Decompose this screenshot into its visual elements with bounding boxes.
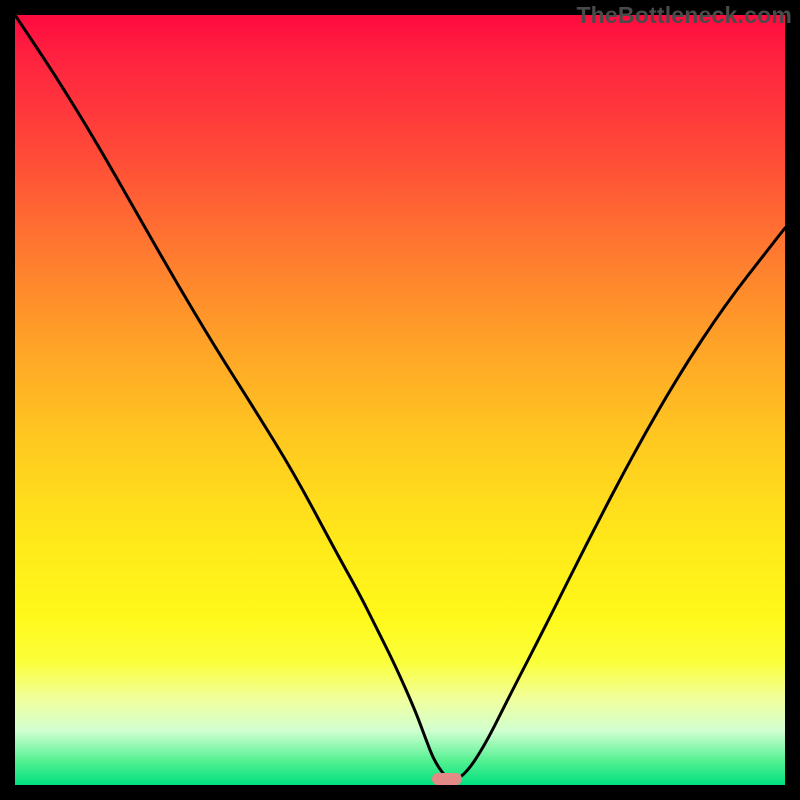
curve-path bbox=[15, 15, 785, 779]
plot-area bbox=[15, 15, 785, 785]
sweet-spot-marker bbox=[432, 773, 462, 785]
bottleneck-curve bbox=[15, 15, 785, 785]
watermark-text: TheBottleneck.com bbox=[576, 2, 792, 29]
chart-frame: TheBottleneck.com bbox=[0, 0, 800, 800]
